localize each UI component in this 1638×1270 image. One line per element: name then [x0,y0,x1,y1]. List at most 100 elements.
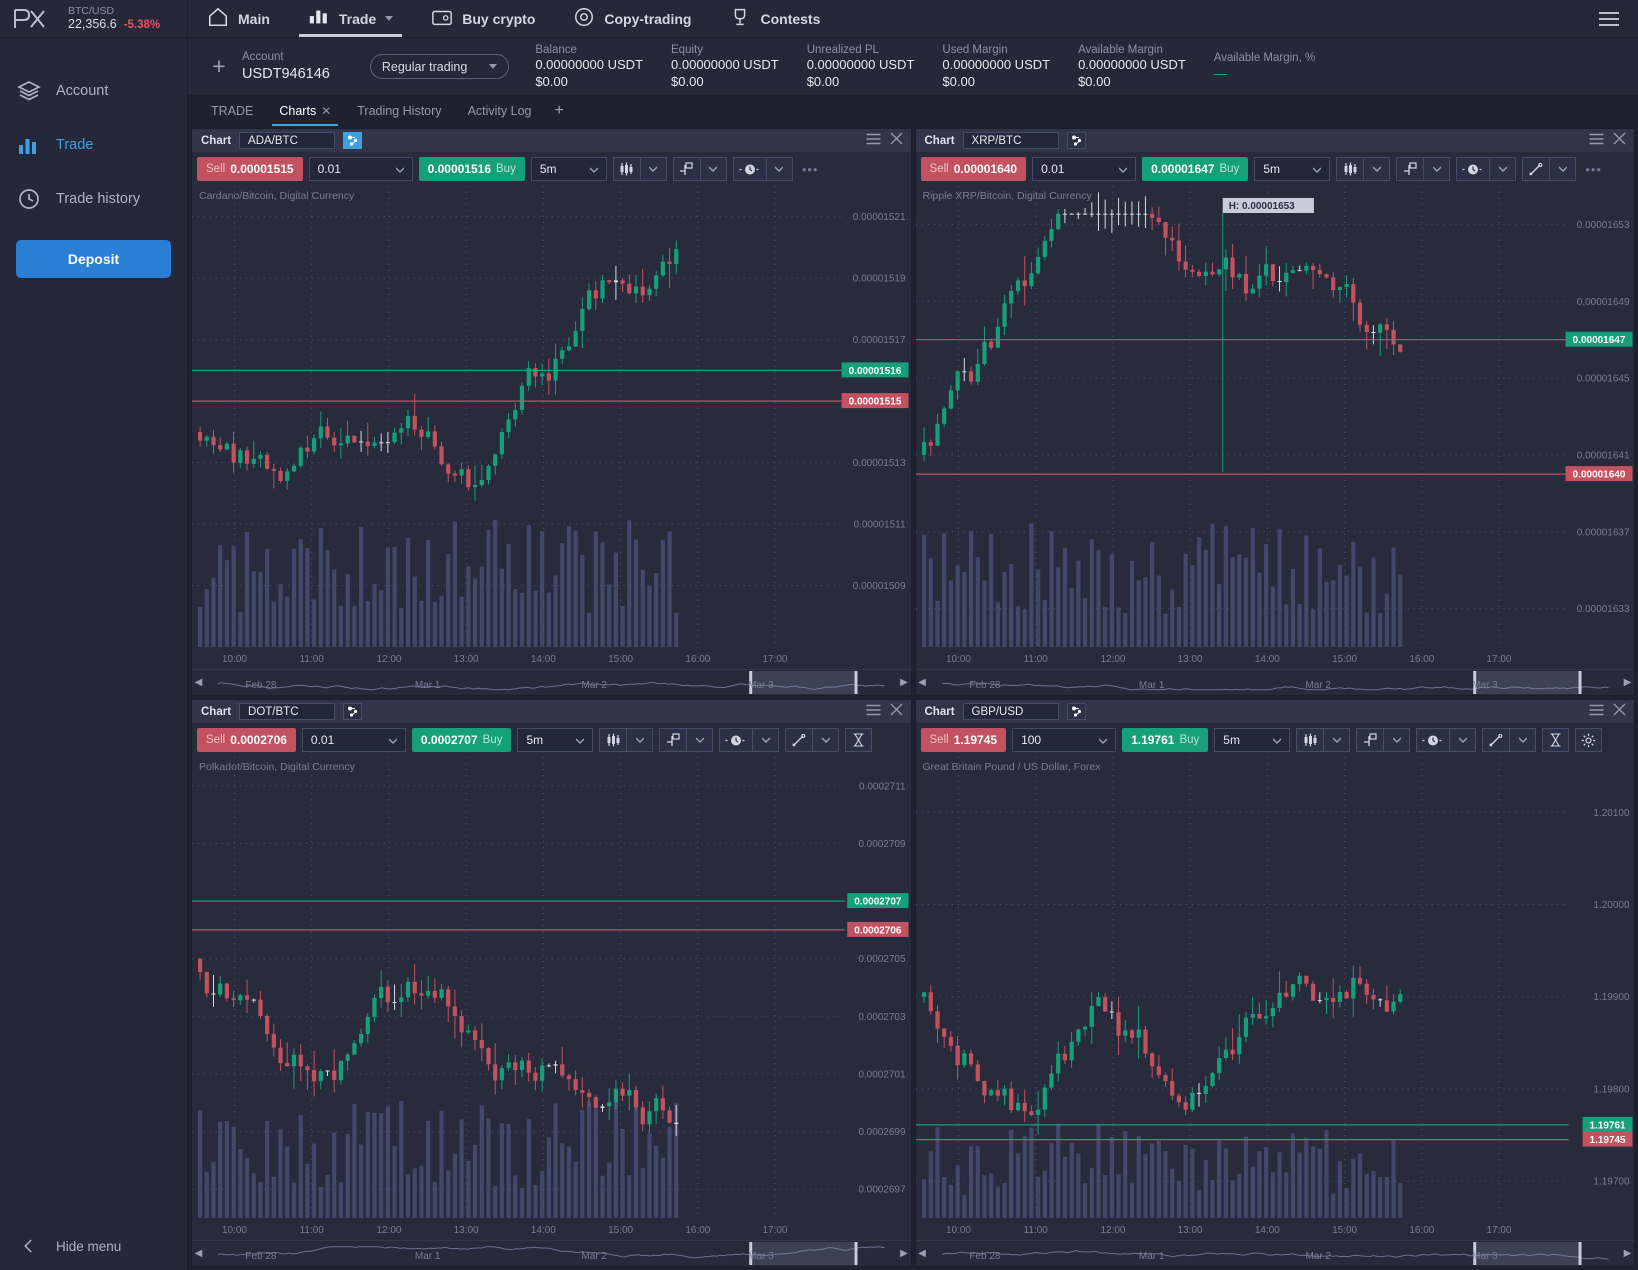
sell-button[interactable]: Sell 1.19745 [920,728,1007,752]
timeframe-select[interactable]: 5m [1254,157,1331,181]
deposit-button[interactable]: Deposit [16,240,171,278]
drawing-tool-button[interactable] [1482,728,1510,752]
panel-menu-button[interactable] [866,704,881,720]
panel-close-button[interactable] [1613,703,1626,720]
nav-scroll-left[interactable]: ◀ [192,670,205,695]
indicators-dropdown[interactable] [1383,728,1411,752]
volume-select[interactable]: 0.01 [301,728,406,752]
drawing-tool-dropdown[interactable] [1549,157,1577,181]
nav-scroll-left[interactable]: ◀ [916,670,929,695]
chart-navigator[interactable]: ◀ ▶ Feb 28 Mar 1 Mar 2 Mar 3 [915,1240,1634,1266]
chart-type-button[interactable] [1336,157,1364,181]
chart-navigator[interactable]: ◀ ▶ Feb 28 Mar 1 Mar 2 Mar 3 [192,669,911,695]
sell-button[interactable]: Sell 0.00001640 [920,157,1027,181]
panel-close-button[interactable] [1613,132,1626,149]
chart-type-dropdown[interactable] [639,157,667,181]
nav-scroll-right[interactable]: ▶ [1621,670,1634,695]
nav-scroll-left[interactable]: ◀ [192,1241,205,1266]
chart-type-button[interactable] [1296,728,1324,752]
sell-button[interactable]: Sell 0.0002706 [197,728,296,752]
sidebar-item-trade[interactable]: Trade [0,118,187,172]
tab-activity-log[interactable]: Activity Log [455,96,545,126]
panel-close-button[interactable] [890,132,903,149]
time-tool-dropdown[interactable] [1449,728,1477,752]
tab-charts[interactable]: Charts ✕ [266,96,344,126]
time-tool-dropdown[interactable] [752,728,780,752]
indicators-dropdown[interactable] [1423,157,1451,181]
timeframe-select[interactable]: 5m [530,157,607,181]
measure-tool-button[interactable] [845,728,873,752]
add-account-button[interactable]: + [196,53,242,80]
drawing-tool-button[interactable] [785,728,813,752]
panel-close-button[interactable] [890,703,903,720]
sync-symbols-button[interactable] [343,703,363,720]
time-tool-dropdown[interactable] [1489,157,1517,181]
nav-trade[interactable]: Trade [289,0,412,37]
more-dots-icon[interactable]: ••• [799,162,822,177]
nav-copy-trading[interactable]: Copy-trading [554,0,710,37]
volume-select[interactable]: 100 [1012,728,1117,752]
panel-menu-button[interactable] [1589,704,1604,720]
sell-button[interactable]: Sell 0.00001515 [197,157,303,181]
chart-settings-button[interactable] [1575,728,1603,752]
chart-type-dropdown[interactable] [626,728,654,752]
indicators-button[interactable] [1356,728,1384,752]
time-tool-button[interactable] [1416,728,1450,752]
symbol-input[interactable]: DOT/BTC [239,703,336,720]
tab-trade[interactable]: TRADE [198,96,266,126]
drawing-tool-dropdown[interactable] [812,728,840,752]
drawing-tool-button[interactable] [1522,157,1550,181]
tab-trading-history[interactable]: Trading History [344,96,454,126]
time-tool-dropdown[interactable] [765,157,793,181]
time-tool-button[interactable] [719,728,753,752]
add-tab-button[interactable]: + [544,96,573,126]
timeframe-select[interactable]: 5m [1214,728,1291,752]
indicators-dropdown[interactable] [699,157,727,181]
chart-plot[interactable]: Great Britain Pound / US Dollar, Forex 1… [915,757,1635,1240]
chart-navigator[interactable]: ◀ ▶ Feb 28 Mar 1 Mar 2 Mar 3 [915,669,1634,695]
chart-plot[interactable]: Cardano/Bitcoin, Digital Currency 0.0000… [192,186,911,669]
buy-button[interactable]: 0.00001516 Buy [418,157,525,181]
sidebar-item-trade-history[interactable]: Trade history [0,172,187,226]
nav-scroll-left[interactable]: ◀ [916,1241,929,1266]
sync-symbols-button[interactable] [1066,132,1086,149]
volume-select[interactable]: 0.01 [308,157,413,181]
buy-button[interactable]: 0.0002707 Buy [411,728,512,752]
nav-contests[interactable]: Contests [710,0,839,37]
nav-scroll-right[interactable]: ▶ [898,1241,911,1266]
buy-button[interactable]: 0.00001647 Buy [1142,157,1249,181]
panel-menu-button[interactable] [866,133,881,149]
nav-scroll-right[interactable]: ▶ [898,670,911,695]
sync-symbols-button[interactable] [1066,703,1086,720]
volume-select[interactable]: 0.01 [1032,157,1137,181]
chart-plot[interactable]: Polkadot/Bitcoin, Digital Currency 0.000… [192,757,911,1240]
px-logo-icon[interactable] [0,7,58,31]
hamburger-icon[interactable] [1580,0,1638,37]
sync-symbols-button[interactable] [343,132,363,149]
hide-menu-button[interactable]: Hide menu [0,1222,187,1270]
indicators-button[interactable] [672,157,700,181]
sidebar-item-account[interactable]: Account [0,64,187,118]
chart-type-button[interactable] [599,728,627,752]
nav-main[interactable]: Main [188,0,289,37]
drawing-tool-dropdown[interactable] [1509,728,1537,752]
nav-buy-crypto[interactable]: Buy crypto [412,0,554,37]
indicators-button[interactable] [659,728,687,752]
time-tool-button[interactable] [1456,157,1490,181]
trading-mode-select[interactable]: Regular trading [369,54,510,79]
panel-menu-button[interactable] [1589,133,1604,149]
buy-button[interactable]: 1.19761 Buy [1122,728,1209,752]
chart-type-dropdown[interactable] [1363,157,1391,181]
indicators-dropdown[interactable] [686,728,714,752]
chart-type-button[interactable] [612,157,640,181]
btc-ticker[interactable]: BTC/USD 22,356.6 -5.38% [58,5,160,32]
close-icon[interactable]: ✕ [321,104,331,118]
more-dots-icon[interactable]: ••• [1582,162,1605,177]
time-tool-button[interactable] [732,157,766,181]
measure-tool-button[interactable] [1542,728,1570,752]
indicators-button[interactable] [1396,157,1424,181]
symbol-input[interactable]: GBP/USD [962,703,1059,720]
chart-plot[interactable]: Ripple XRP/Bitcoin, Digital Currency 0.0… [915,186,1635,669]
chart-navigator[interactable]: ◀ ▶ Feb 28 Mar 1 Mar 2 Mar 3 [192,1240,911,1266]
timeframe-select[interactable]: 5m [517,728,594,752]
